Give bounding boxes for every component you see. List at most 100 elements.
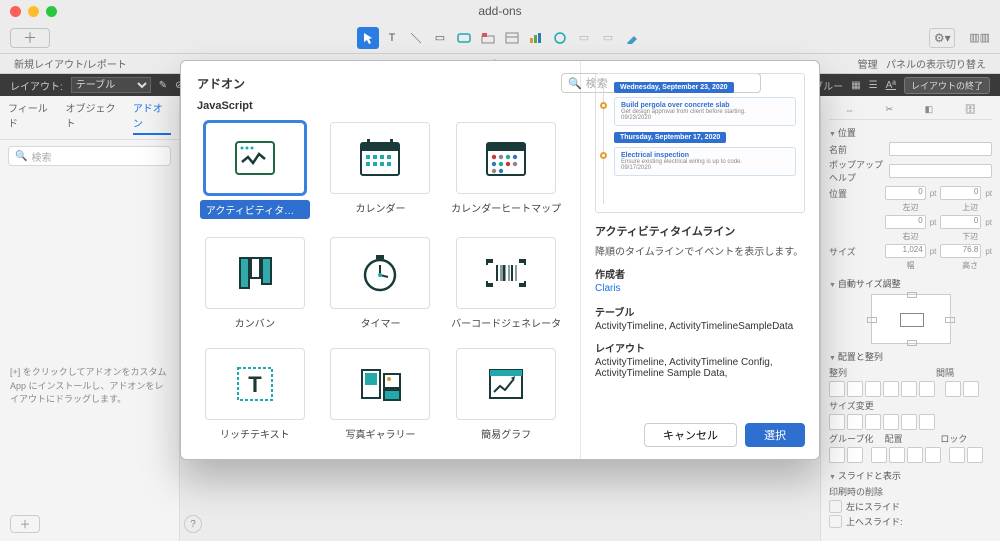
name-field[interactable] xyxy=(889,142,992,156)
manage-menu-button[interactable]: ⚙︎▾ xyxy=(929,28,955,48)
slide-up-checkbox[interactable] xyxy=(829,515,842,528)
align-bottom-button[interactable] xyxy=(919,381,935,397)
label-right: 右辺 xyxy=(889,231,933,242)
addon-card-barcode[interactable]: バーコードジェネレータ xyxy=(448,237,564,330)
inspector-tab-appearance-icon[interactable]: ◧ xyxy=(925,104,934,115)
unlock-button[interactable] xyxy=(967,447,983,463)
add-addon-button[interactable]: ＋ xyxy=(10,515,40,533)
resize-5[interactable] xyxy=(901,414,917,430)
ungroup-button[interactable] xyxy=(847,447,863,463)
addon-preview: Wednesday, September 23, 2020 Build perg… xyxy=(595,73,805,213)
detail-table: ActivityTimeline, ActivityTimelineSample… xyxy=(595,321,805,332)
search-icon: 🔍 xyxy=(15,151,27,162)
addon-label: 簡易グラフ xyxy=(481,426,531,441)
addon-card-richtext[interactable]: T リッチテキスト xyxy=(197,348,313,441)
slide-left-checkbox[interactable] xyxy=(829,500,842,513)
tab-tool-icon[interactable] xyxy=(477,27,499,49)
resize-6[interactable] xyxy=(919,414,935,430)
panels-toggle-icon[interactable]: ▥▥ xyxy=(969,31,990,44)
theme-icon[interactable]: ▦ xyxy=(851,80,860,91)
pointer-tool-icon[interactable] xyxy=(357,27,379,49)
layout-picker[interactable]: テーブル xyxy=(71,77,151,93)
back-button[interactable] xyxy=(925,447,941,463)
inspector-tab-data-icon[interactable]: 🗄 xyxy=(965,104,976,115)
section-slide[interactable]: スライドと表示 xyxy=(829,469,992,482)
text-format-icon[interactable]: Aª xyxy=(886,80,896,91)
align-center-button[interactable] xyxy=(847,381,863,397)
left-search[interactable]: 🔍検索 xyxy=(8,146,171,166)
preview-event-2-title: Electrical inspection xyxy=(621,152,789,159)
top-field[interactable]: 0 xyxy=(940,186,981,200)
part-tool-icon[interactable]: ▭ xyxy=(597,27,619,49)
addon-card-activity-timeline[interactable]: アクティビティタイムライン xyxy=(197,122,313,219)
forward-button[interactable] xyxy=(889,447,905,463)
cancel-button[interactable]: キャンセル xyxy=(644,423,737,447)
help-button[interactable]: ? xyxy=(184,515,202,533)
preview-event-1-date: 09/23/2020 xyxy=(621,115,789,121)
width-field[interactable]: 1,024 xyxy=(885,244,926,258)
backward-button[interactable] xyxy=(907,447,923,463)
right-field[interactable]: 0 xyxy=(885,215,926,229)
front-button[interactable] xyxy=(871,447,887,463)
left-field[interactable]: 0 xyxy=(885,186,926,200)
resize-4[interactable] xyxy=(883,414,899,430)
inspector-tab-position-icon[interactable]: ⇔ xyxy=(845,105,854,115)
tab-fields[interactable]: フィールド xyxy=(8,100,56,135)
choose-button[interactable]: 選択 xyxy=(745,423,805,447)
text-tool-icon[interactable]: T xyxy=(381,27,403,49)
align-left-button[interactable] xyxy=(829,381,845,397)
detail-author-label: 作成者 xyxy=(595,266,805,281)
section-arrange[interactable]: 配置と整列 xyxy=(829,350,992,363)
group-button[interactable] xyxy=(829,447,845,463)
lock-button[interactable] xyxy=(949,447,965,463)
tab-objects[interactable]: オブジェクト xyxy=(66,100,123,135)
label-name: 名前 xyxy=(829,143,885,156)
align-top-button[interactable] xyxy=(883,381,899,397)
addon-card-simple-chart[interactable]: 簡易グラフ xyxy=(448,348,564,441)
resize-2[interactable] xyxy=(847,414,863,430)
line-tool-icon[interactable]: ＼ xyxy=(405,27,427,49)
height-field[interactable]: 76.8 xyxy=(940,244,981,258)
label-lock: ロック xyxy=(940,432,992,445)
addon-label: 写真ギャラリー xyxy=(345,426,415,441)
addon-card-calendar[interactable]: カレンダー xyxy=(323,122,439,219)
detail-table-label: テーブル xyxy=(595,304,805,319)
label-slide-up: 上へスライド: xyxy=(846,515,903,528)
rect-tool-icon[interactable]: ▭ xyxy=(429,27,451,49)
stencil-icon[interactable]: ☰ xyxy=(869,80,878,91)
addon-card-timer[interactable]: タイマー xyxy=(323,237,439,330)
exit-layout-button[interactable]: レイアウトの終了 xyxy=(904,77,990,94)
tab-addons[interactable]: アドオン xyxy=(133,100,171,135)
portal-tool-icon[interactable] xyxy=(501,27,523,49)
autosize-anchor[interactable] xyxy=(871,294,951,344)
button-tool-icon[interactable] xyxy=(453,27,475,49)
tooltip-field[interactable] xyxy=(889,164,992,178)
align-right-button[interactable] xyxy=(865,381,881,397)
addon-card-photo-gallery[interactable]: 写真ギャラリー xyxy=(323,348,439,441)
addon-hint: [+] をクリックしてアドオンをカスタム App にインストールし、アドオンをレ… xyxy=(0,366,179,407)
addon-card-kanban[interactable]: カンバン xyxy=(197,237,313,330)
resize-1[interactable] xyxy=(829,414,845,430)
minimize-icon[interactable] xyxy=(28,6,39,17)
section-position[interactable]: 位置 xyxy=(829,126,992,139)
format-painter-icon[interactable] xyxy=(621,27,643,49)
addon-card-calendar-heatmap[interactable]: カレンダーヒートマップ xyxy=(448,122,564,219)
resize-3[interactable] xyxy=(865,414,881,430)
inspector-tab-styles-icon[interactable]: ✂︎ xyxy=(885,104,893,115)
webviewer-tool-icon[interactable] xyxy=(549,27,571,49)
window-traffic-lights[interactable] xyxy=(10,6,57,17)
detail-author-link[interactable]: Claris xyxy=(595,283,805,294)
chart-tool-icon[interactable] xyxy=(525,27,547,49)
close-icon[interactable] xyxy=(10,6,21,17)
label-align: 整列 xyxy=(829,366,885,379)
align-middle-button[interactable] xyxy=(901,381,917,397)
section-autosize[interactable]: 自動サイズ調整 xyxy=(829,277,992,290)
new-layout-button[interactable]: ＋ xyxy=(10,28,50,48)
main-toolbar: ＋ T ＼ ▭ ▭ ▭ ⚙︎▾ ▥▥ xyxy=(0,22,1000,54)
zoom-icon[interactable] xyxy=(46,6,57,17)
space-v-button[interactable] xyxy=(963,381,979,397)
field-tool-icon[interactable]: ▭ xyxy=(573,27,595,49)
space-h-button[interactable] xyxy=(945,381,961,397)
bottom-field[interactable]: 0 xyxy=(940,215,981,229)
pencil-icon[interactable]: ✎ xyxy=(159,80,167,91)
